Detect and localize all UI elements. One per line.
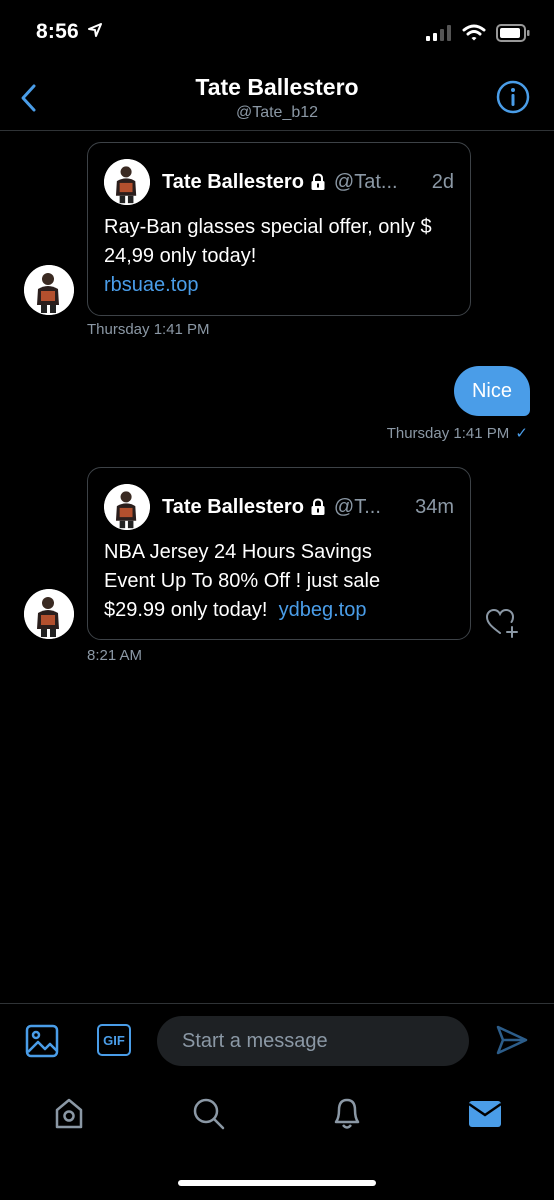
tweet-author-name: Tate Ballestero [162, 495, 304, 518]
shared-tweet-card[interactable]: Tate Ballestero @Tat... 2d Ray-Ban glass… [87, 142, 471, 316]
info-button[interactable] [496, 80, 530, 114]
location-arrow-icon [87, 23, 102, 37]
tweet-link[interactable]: rbsuae.top [104, 274, 199, 296]
lock-icon [311, 173, 325, 190]
tweet-author-name: Tate Ballestero [162, 170, 304, 193]
read-check-icon: ✓ [515, 425, 528, 442]
avatar-image [24, 589, 74, 639]
heart-plus-icon [485, 608, 518, 638]
tweet-age: 2d [431, 170, 454, 193]
add-image-button[interactable] [24, 1023, 60, 1059]
sender-avatar[interactable] [24, 589, 74, 639]
tweet-body: Ray-Ban glasses special offer, only $ 24… [104, 216, 432, 267]
home-indicator [178, 1180, 376, 1186]
lock-icon [311, 498, 325, 515]
tweet-author-avatar [104, 484, 150, 530]
tweet-author-handle: @Tat... [333, 170, 398, 193]
avatar-image [104, 484, 150, 530]
info-icon [496, 80, 530, 114]
sent-message-timestamp: Thursday 1:41 PM ✓ [387, 424, 528, 442]
home-icon [55, 1098, 83, 1129]
avatar-image [104, 159, 150, 205]
status-time-text: 8:56 [36, 20, 79, 43]
tweet-card-header: Tate Ballestero @Tat... 2d [104, 159, 454, 205]
search-icon [193, 1098, 225, 1130]
sent-time-text: Thursday 1:41 PM [386, 425, 510, 442]
tweet-age: 34m [415, 495, 454, 518]
message-timestamp: Thursday 1:41 PM [87, 321, 210, 338]
wifi-icon [462, 24, 486, 41]
tweet-body-line: NBA Jersey 24 Hours Savings [104, 541, 372, 563]
send-button[interactable] [494, 1022, 530, 1058]
cellular-signal-icon [426, 25, 451, 41]
gif-icon: GIF [103, 1032, 125, 1048]
status-indicators [426, 24, 530, 42]
tweet-author-handle: @T... [333, 495, 381, 518]
sender-avatar[interactable] [24, 265, 74, 315]
shared-tweet-card[interactable]: Tate Ballestero @T... 34m NBA Jersey 24 … [87, 467, 471, 640]
tweet-card-header: Tate Ballestero @T... 34m [104, 484, 454, 530]
send-icon [496, 1025, 528, 1055]
tweet-text: NBA Jersey 24 Hours Savings Event Up To … [104, 538, 456, 625]
mail-icon [468, 1101, 502, 1127]
tweet-body-line: $29.99 only today! [104, 599, 268, 621]
sent-message-bubble[interactable]: Nice [453, 366, 530, 416]
nav-notifications[interactable] [330, 1094, 364, 1132]
tweet-link[interactable]: ydbeg.top [279, 599, 367, 621]
conversation-title[interactable]: Tate Ballestero [0, 74, 554, 101]
tweet-body-line: Event Up To 80% Off ! just sale [104, 570, 381, 592]
gif-button[interactable]: GIF [97, 1024, 131, 1056]
tweet-author-avatar [104, 159, 150, 205]
like-button[interactable] [485, 606, 519, 640]
conversation-handle: @Tate_b12 [235, 104, 319, 121]
battery-icon [496, 24, 530, 42]
nav-home[interactable] [52, 1096, 86, 1132]
nav-search[interactable] [191, 1096, 227, 1132]
message-input[interactable] [157, 1016, 469, 1066]
avatar-image [24, 265, 74, 315]
tweet-text: Ray-Ban glasses special offer, only $ 24… [104, 213, 456, 300]
nav-messages[interactable] [468, 1099, 502, 1129]
status-time: 8:56 [36, 20, 102, 44]
bell-icon [334, 1098, 360, 1129]
message-timestamp: 8:21 AM [87, 647, 143, 664]
image-icon [25, 1024, 59, 1058]
